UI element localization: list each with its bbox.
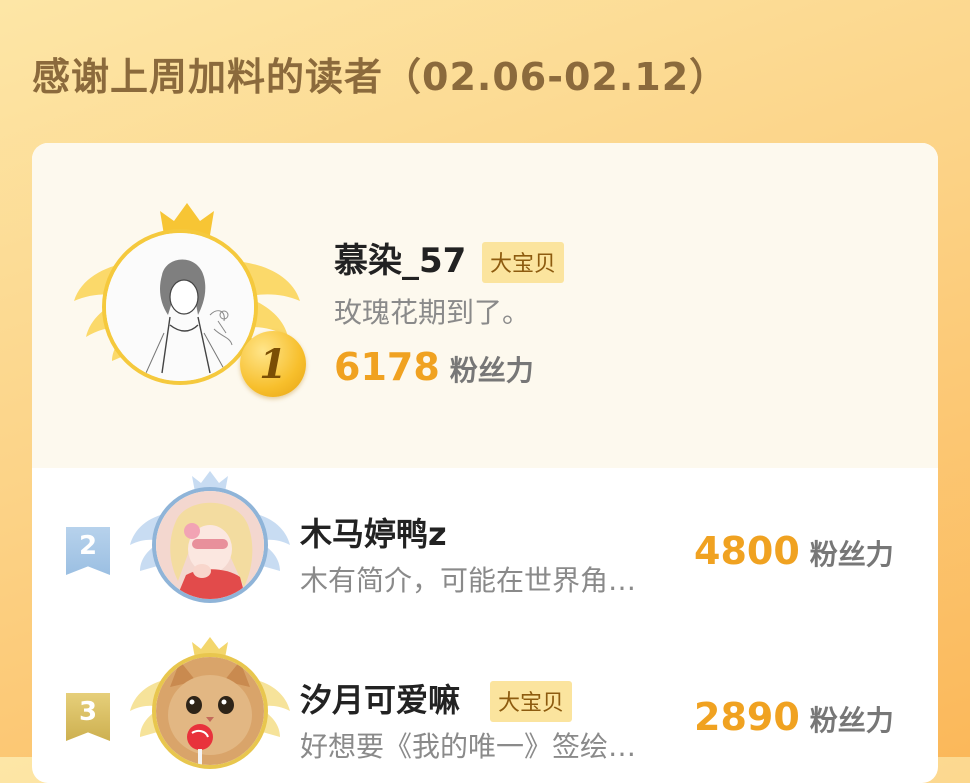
reader-bio: 木有简介，可能在世界角…: [300, 564, 637, 597]
rank-2-flag: 2: [66, 527, 110, 575]
avatar[interactable]: [152, 487, 268, 603]
rank-1-medal: 1: [240, 331, 306, 397]
list-item[interactable]: 3 汐月可爱嘛 大宝贝 好想要《我的唯一》签绘… 2890 粉丝力: [32, 637, 938, 783]
sketch-girl-avatar-icon: [106, 233, 254, 381]
page-title: 感谢上周加料的读者（02.06-02.12）: [32, 55, 729, 99]
score-unit: 粉丝力: [809, 704, 894, 737]
avatar[interactable]: [102, 229, 258, 385]
cat-lollipop-avatar-icon: [156, 657, 264, 765]
status-badge: 大宝贝: [490, 681, 573, 722]
list-item[interactable]: 2 木马婷鸭z 木有简介，可能在世界角… 4800 粉丝力: [32, 471, 938, 623]
score-value: 2890: [694, 695, 800, 739]
rank-3-avatar-frame: [130, 637, 290, 779]
score-value: 4800: [694, 529, 800, 573]
top-reader-card[interactable]: 1 慕染_57 大宝贝 玫瑰花期到了。 6178 粉丝力: [32, 143, 938, 468]
reader-bio: 玫瑰花期到了。: [334, 296, 531, 329]
score-value: 6178: [334, 345, 440, 389]
score-unit: 粉丝力: [449, 354, 534, 387]
avatar[interactable]: [152, 653, 268, 769]
fan-power-score: 2890 粉丝力: [694, 695, 894, 739]
rank-2-avatar-frame: [130, 471, 290, 613]
fan-power-score: 6178 粉丝力: [334, 345, 534, 389]
status-badge: 大宝贝: [482, 242, 565, 283]
anime-girl-avatar-icon: [156, 491, 264, 599]
reader-bio: 好想要《我的唯一》签绘…: [300, 730, 637, 763]
rank-1-avatar-frame: 1: [72, 203, 306, 403]
score-unit: 粉丝力: [809, 538, 894, 571]
fan-power-score: 4800 粉丝力: [694, 529, 894, 573]
rank-3-flag: 3: [66, 693, 110, 741]
reader-name[interactable]: 慕染_57: [334, 233, 466, 282]
reader-name[interactable]: 汐月可爱嘛: [300, 675, 460, 721]
leaderboard-panel: 1 慕染_57 大宝贝 玫瑰花期到了。 6178 粉丝力 2 木马婷鸭z 木有简…: [32, 143, 938, 783]
reader-name[interactable]: 木马婷鸭z: [300, 509, 447, 555]
